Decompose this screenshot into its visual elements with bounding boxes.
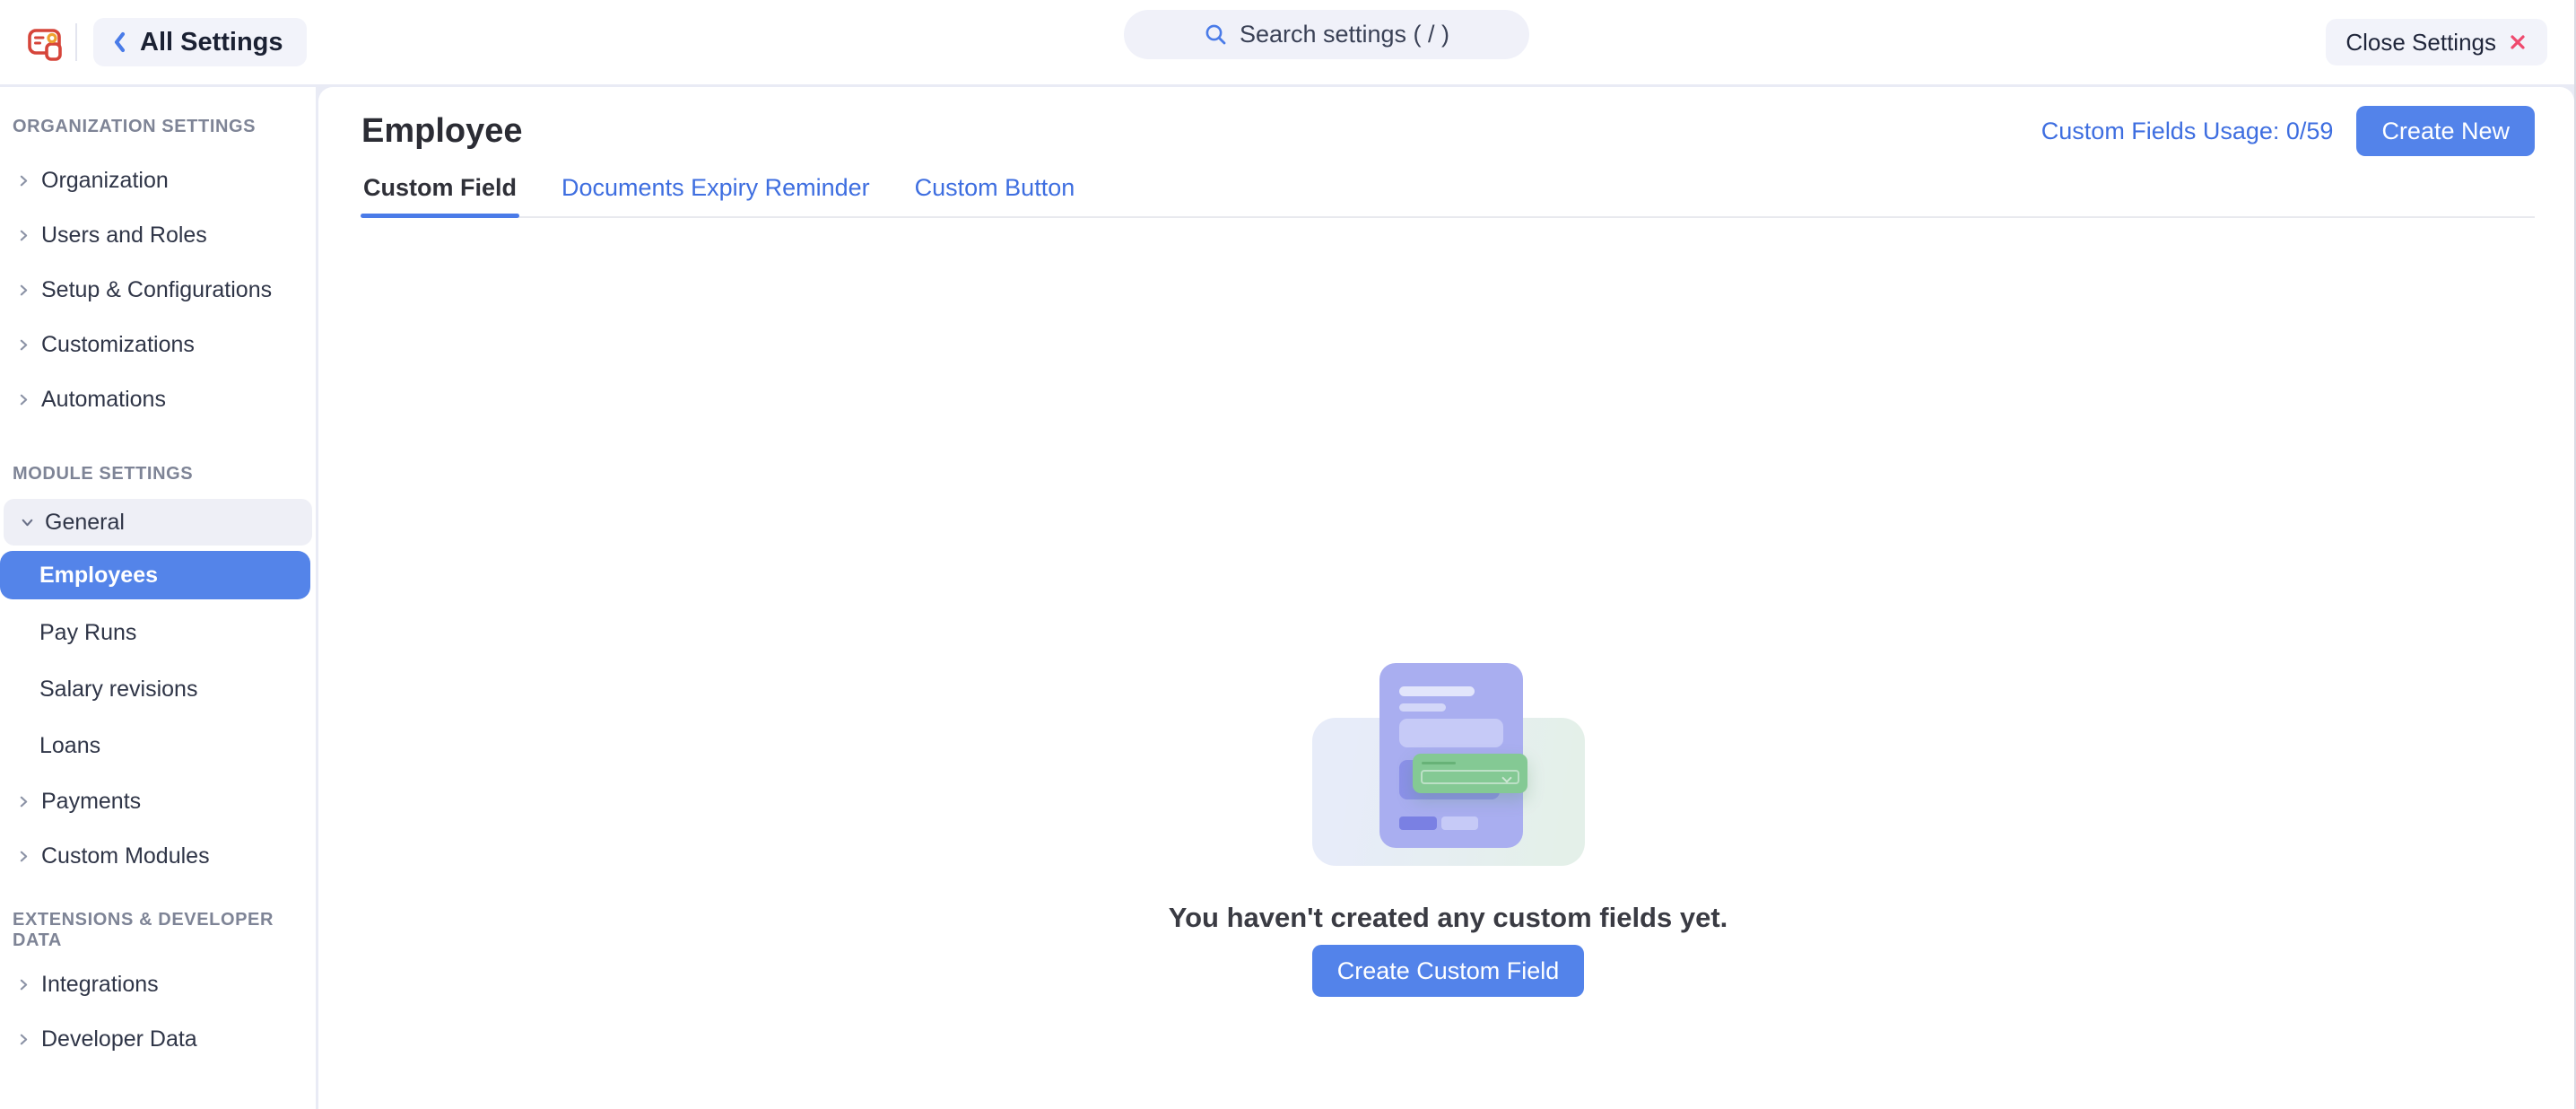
sidebar-item-customizations[interactable]: Customizations	[0, 318, 316, 372]
custom-fields-usage-link[interactable]: Custom Fields Usage: 0/59	[2041, 118, 2334, 145]
sidebar-item-label: Automations	[41, 387, 166, 413]
sidebar-item-label: Employees	[39, 563, 158, 589]
main-panel: Employee Custom Fields Usage: 0/59 Creat…	[318, 87, 2574, 1109]
sidebar-item-label: Payments	[41, 789, 141, 815]
illustration-secondary-button	[1441, 816, 1478, 830]
tab-documents-expiry-reminder[interactable]: Documents Expiry Reminder	[561, 173, 870, 216]
sidebar-item-label: Organization	[41, 168, 169, 194]
sidebar-item-salary-revisions[interactable]: Salary revisions	[0, 661, 316, 718]
create-custom-field-button[interactable]: Create Custom Field	[1312, 945, 1585, 997]
sidebar-item-label: Custom Modules	[41, 843, 210, 869]
sidebar-item-setup-configurations[interactable]: Setup & Configurations	[0, 263, 316, 318]
chevron-down-icon	[20, 515, 36, 530]
tab-custom-field[interactable]: Custom Field	[363, 173, 517, 216]
sidebar-item-label: Users and Roles	[41, 223, 207, 249]
settings-search-input[interactable]: Search settings ( / )	[1124, 10, 1529, 59]
settings-sidebar: ORGANIZATION SETTINGS Organization Users a…	[0, 87, 316, 1109]
sidebar-item-label: Pay Runs	[39, 620, 136, 646]
chevron-left-icon	[111, 30, 127, 55]
divider	[75, 23, 77, 61]
illustration-subtitle-line	[1399, 703, 1446, 712]
payroll-logo-icon[interactable]	[25, 22, 65, 62]
create-new-button[interactable]: Create New	[2356, 106, 2535, 156]
chevron-right-icon	[16, 977, 32, 992]
chevron-right-icon	[16, 173, 32, 188]
sidebar-item-pay-runs[interactable]: Pay Runs	[0, 605, 316, 661]
illustration-input-block	[1399, 719, 1503, 747]
sidebar-section-extensions-developer-data: EXTENSIONS & DEVELOPER DATA	[0, 911, 316, 950]
sidebar-item-users-and-roles[interactable]: Users and Roles	[0, 208, 316, 263]
sidebar-item-automations[interactable]: Automations	[0, 372, 316, 427]
illustration-title-line	[1399, 686, 1475, 696]
empty-state: You haven't created any custom fields ye…	[361, 218, 2535, 997]
content-region: ORGANIZATION SETTINGS Organization Users a…	[0, 84, 2574, 1109]
all-settings-label: All Settings	[140, 28, 283, 57]
sidebar-section-organization-settings: ORGANIZATION SETTINGS	[0, 107, 316, 146]
sidebar-item-label: Customizations	[41, 332, 195, 358]
close-x-icon	[2508, 32, 2528, 52]
sidebar-item-developer-data[interactable]: Developer Data	[0, 1012, 316, 1067]
page-title: Employee	[361, 112, 523, 151]
search-icon	[1204, 22, 1228, 47]
page-header-actions: Custom Fields Usage: 0/59 Create New	[2041, 106, 2535, 156]
top-bar: All Settings Search settings ( / ) Close…	[0, 0, 2574, 84]
sidebar-item-employees[interactable]: Employees	[0, 551, 310, 599]
sidebar-item-general[interactable]: General	[4, 499, 312, 546]
all-settings-back-button[interactable]: All Settings	[93, 18, 307, 66]
illustration-select-box	[1421, 770, 1519, 784]
illustration-dropdown-label-line	[1422, 762, 1456, 764]
sidebar-item-label: General	[45, 510, 125, 536]
top-bar-left: All Settings	[25, 18, 307, 66]
sidebar-item-custom-modules[interactable]: Custom Modules	[0, 829, 316, 884]
close-settings-label: Close Settings	[2345, 29, 2496, 57]
chevron-right-icon	[16, 1032, 32, 1047]
sidebar-section-module-settings: MODULE SETTINGS	[0, 454, 316, 493]
empty-state-illustration	[1312, 663, 1585, 866]
chevron-right-icon	[16, 337, 32, 353]
empty-state-message: You haven't created any custom fields ye…	[1169, 902, 1728, 934]
tab-custom-button[interactable]: Custom Button	[915, 173, 1075, 216]
page-header: Employee Custom Fields Usage: 0/59 Creat…	[361, 105, 2535, 157]
sidebar-item-label: Integrations	[41, 972, 159, 998]
illustration-primary-button	[1399, 816, 1437, 830]
chevron-right-icon	[16, 392, 32, 407]
settings-window: All Settings Search settings ( / ) Close…	[0, 0, 2576, 1109]
sidebar-item-label: Setup & Configurations	[41, 277, 272, 303]
sidebar-item-integrations[interactable]: Integrations	[0, 957, 316, 1012]
sidebar-item-organization[interactable]: Organization	[0, 153, 316, 208]
sidebar-item-label: Salary revisions	[39, 677, 197, 703]
sidebar-item-loans[interactable]: Loans	[0, 718, 316, 774]
chevron-right-icon	[16, 228, 32, 243]
chevron-right-icon	[16, 283, 32, 298]
search-placeholder: Search settings ( / )	[1240, 21, 1449, 48]
sidebar-item-label: Developer Data	[41, 1026, 197, 1052]
close-settings-button[interactable]: Close Settings	[2326, 19, 2547, 65]
sidebar-item-label: Loans	[39, 733, 100, 759]
chevron-right-icon	[16, 794, 32, 809]
chevron-right-icon	[16, 849, 32, 864]
sidebar-item-payments[interactable]: Payments	[0, 774, 316, 829]
tab-bar: Custom Field Documents Expiry Reminder Cus…	[361, 173, 2535, 218]
